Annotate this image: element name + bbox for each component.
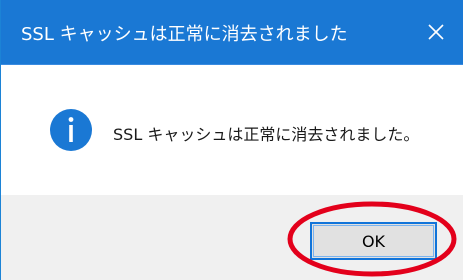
title-bar[interactable]: SSL キャッシュは正常に消去されました [1,0,463,65]
ok-button[interactable]: OK [310,222,437,260]
window-title: SSL キャッシュは正常に消去されました [21,24,348,45]
dialog-window: SSL キャッシュは正常に消去されました SSL キャッシュは正常に消去されまし… [0,0,463,280]
close-icon [428,24,444,40]
close-button[interactable] [422,18,450,46]
button-bar: OK [1,195,463,280]
message-area: SSL キャッシュは正常に消去されました。 [1,65,463,195]
dialog-message: SSL キャッシュは正常に消去されました。 [113,125,420,144]
info-icon [50,109,92,151]
